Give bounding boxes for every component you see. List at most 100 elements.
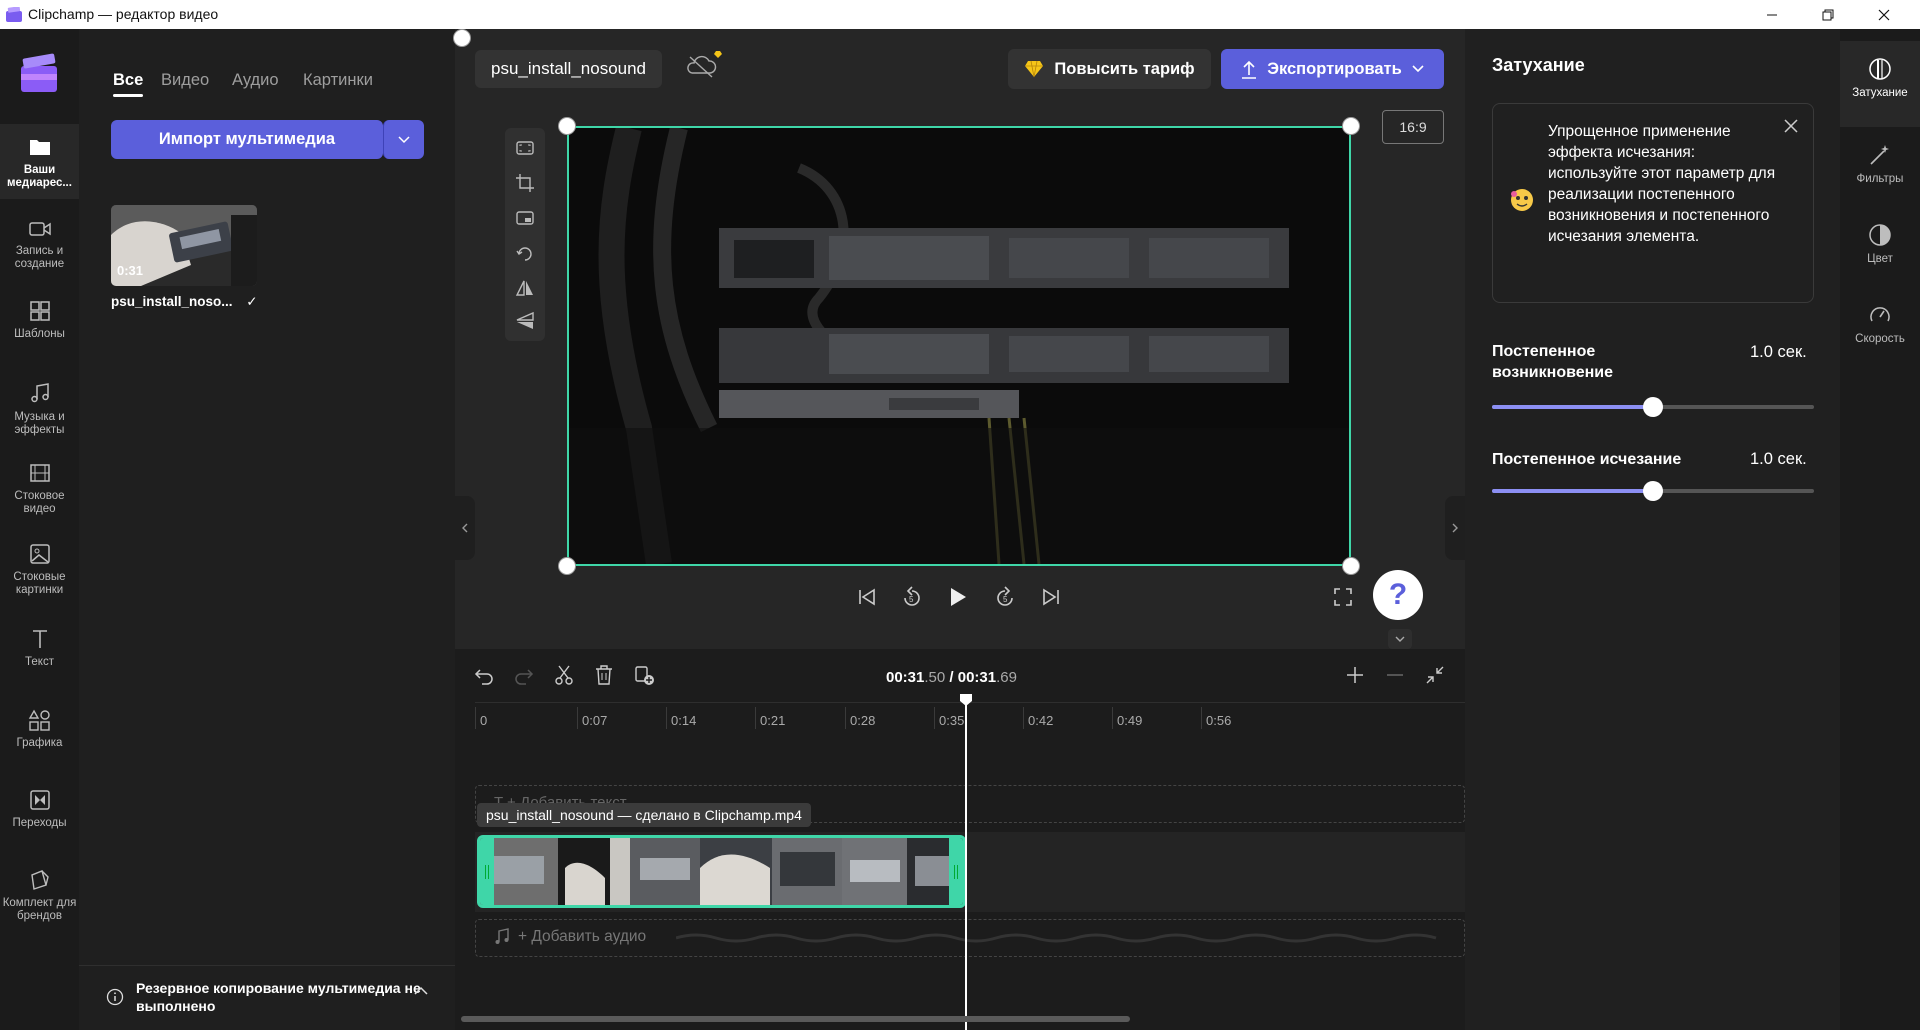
upgrade-plan-label: Повысить тариф	[1054, 59, 1195, 78]
rail-filters[interactable]: Фильтры	[1840, 129, 1920, 205]
timecode-display: 00:31.50 / 00:31.69	[886, 669, 1017, 686]
fullscreen-icon[interactable]	[1330, 584, 1356, 610]
panel-title: Затухание	[1492, 55, 1585, 75]
rail-speed[interactable]: Скорость	[1840, 289, 1920, 365]
total-time: 00:31	[957, 669, 997, 686]
resize-handle-top-left[interactable]	[453, 29, 471, 47]
import-options-dropdown[interactable]	[383, 120, 424, 159]
emoji-sparkle-icon	[1508, 186, 1536, 214]
zoom-out-icon[interactable]	[1384, 664, 1406, 686]
fade-out-slider-fill	[1492, 489, 1653, 493]
split-scissors-icon[interactable]	[553, 664, 575, 686]
rail-label: Стоковое видео	[14, 490, 65, 515]
cloud-sync-off-icon[interactable]	[684, 49, 724, 79]
tab-video[interactable]: Видео	[161, 71, 209, 90]
rewind-5s-icon[interactable]: 5	[899, 584, 925, 610]
zoom-in-icon[interactable]	[1344, 664, 1366, 686]
skip-to-start-icon[interactable]	[854, 584, 880, 610]
flip-vertical-icon[interactable]	[515, 311, 535, 331]
close-info-icon[interactable]	[1783, 118, 1799, 134]
time-separator: /	[945, 669, 958, 686]
crop-icon[interactable]	[515, 173, 535, 193]
play-icon[interactable]	[944, 584, 970, 610]
collapse-timeline-icon[interactable]	[1388, 629, 1412, 649]
rail-your-media[interactable]: Ваши медиарес...	[0, 124, 79, 199]
collapse-right-panel-button[interactable]	[1445, 496, 1465, 560]
tab-audio[interactable]: Аудио	[232, 71, 279, 90]
rail-brand-kit[interactable]: Комплект для брендов	[0, 859, 79, 949]
clip-trim-handle-left[interactable]	[480, 838, 494, 905]
video-preview-canvas[interactable]	[567, 126, 1351, 566]
clip-trim-handle-right[interactable]	[949, 838, 963, 905]
export-button[interactable]: Экспортировать	[1221, 49, 1444, 89]
ruler-tick-label: 0:07	[582, 713, 608, 728]
film-icon	[29, 464, 50, 482]
rail-graphics[interactable]: Графика	[0, 699, 79, 769]
import-media-button[interactable]: Импорт мультимедиа	[111, 120, 383, 159]
fade-out-slider[interactable]	[1492, 481, 1814, 501]
rail-templates[interactable]: Шаблоны	[0, 294, 79, 366]
folder-icon	[29, 140, 50, 155]
forward-5s-icon[interactable]: 5	[992, 584, 1018, 610]
resize-handle-top-left[interactable]	[558, 117, 576, 135]
rail-label: Шаблоны	[14, 328, 65, 340]
rail-color[interactable]: Цвет	[1840, 209, 1920, 285]
left-navigation-rail: Ваши медиарес... Запись и создание Шабло…	[0, 29, 79, 1030]
fade-out-value[interactable]: 1.0 сек.	[1750, 447, 1840, 471]
playhead[interactable]	[960, 694, 972, 1030]
video-clip[interactable]	[477, 835, 966, 908]
ruler-tick-label: 0:14	[671, 713, 697, 728]
ruler-tick	[755, 707, 756, 729]
delete-icon[interactable]	[593, 664, 615, 686]
media-thumbnail[interactable]: 0:31	[111, 205, 257, 286]
restore-button[interactable]	[1800, 0, 1856, 29]
preview-area: psu_install_nosound Повысить тариф Экспо…	[453, 29, 1465, 649]
rotate-icon[interactable]	[515, 243, 535, 263]
fit-timeline-icon[interactable]	[1424, 664, 1446, 686]
added-checkmark-icon: ✓	[246, 294, 258, 309]
tab-images[interactable]: Картинки	[303, 71, 373, 90]
help-button[interactable]: ?	[1373, 570, 1423, 620]
picture-in-picture-icon[interactable]	[515, 208, 535, 228]
chevron-down-icon	[1412, 65, 1424, 73]
audio-track[interactable]: + Добавить аудио	[475, 919, 1465, 957]
timeline-horizontal-scrollbar[interactable]	[461, 1016, 1130, 1022]
fade-out-slider-knob[interactable]	[1643, 481, 1663, 501]
fade-in-slider-knob[interactable]	[1643, 397, 1663, 417]
timeline: 00:31.50 / 00:31.69 0 0:07 0:14 0:21 0:2…	[455, 649, 1465, 1030]
media-duration: 0:31	[117, 263, 144, 278]
clipchamp-logo-icon	[6, 7, 22, 22]
undo-icon[interactable]	[473, 664, 495, 686]
resize-handle-bottom-left[interactable]	[558, 557, 576, 575]
flip-icon[interactable]	[515, 278, 535, 298]
brand-kit-icon	[30, 870, 49, 890]
fade-in-value[interactable]: 1.0 сек.	[1750, 340, 1810, 364]
resize-handle-top-right[interactable]	[1342, 117, 1360, 135]
rail-label: Запись и создание	[14, 245, 65, 270]
skip-to-end-icon[interactable]	[1038, 584, 1064, 610]
redo-icon[interactable]	[513, 664, 535, 686]
rail-stock-images[interactable]: Стоковые картинки	[0, 537, 79, 609]
audio-waveform-placeholder	[676, 930, 1456, 946]
duplicate-icon[interactable]	[633, 664, 655, 686]
collapse-left-panel-button[interactable]	[455, 496, 475, 560]
chevron-up-icon[interactable]	[414, 986, 428, 996]
resize-handle-bottom-right[interactable]	[1342, 557, 1360, 575]
aspect-ratio-button[interactable]: 16:9	[1382, 110, 1444, 144]
fade-in-slider[interactable]	[1492, 397, 1814, 417]
playhead-handle[interactable]	[959, 693, 973, 707]
rail-music-effects[interactable]: Музыка и эффекты	[0, 375, 79, 447]
rail-text[interactable]: Текст	[0, 618, 79, 688]
rail-stock-video[interactable]: Стоковое видео	[0, 456, 79, 528]
project-name[interactable]: psu_install_nosound	[475, 50, 663, 88]
text-icon	[32, 630, 47, 648]
fit-icon[interactable]	[515, 138, 535, 158]
rail-transitions[interactable]: Переходы	[0, 779, 79, 849]
rail-record-create[interactable]: Запись и создание	[0, 213, 79, 285]
close-window-button[interactable]	[1856, 0, 1912, 29]
rail-fade[interactable]: Затухание	[1840, 41, 1920, 127]
tab-all[interactable]: Все	[113, 71, 144, 97]
fade-in-label: Постепенное возникновение	[1492, 343, 1614, 381]
upgrade-plan-button[interactable]: Повысить тариф	[1008, 49, 1211, 89]
minimize-button[interactable]	[1744, 0, 1800, 29]
